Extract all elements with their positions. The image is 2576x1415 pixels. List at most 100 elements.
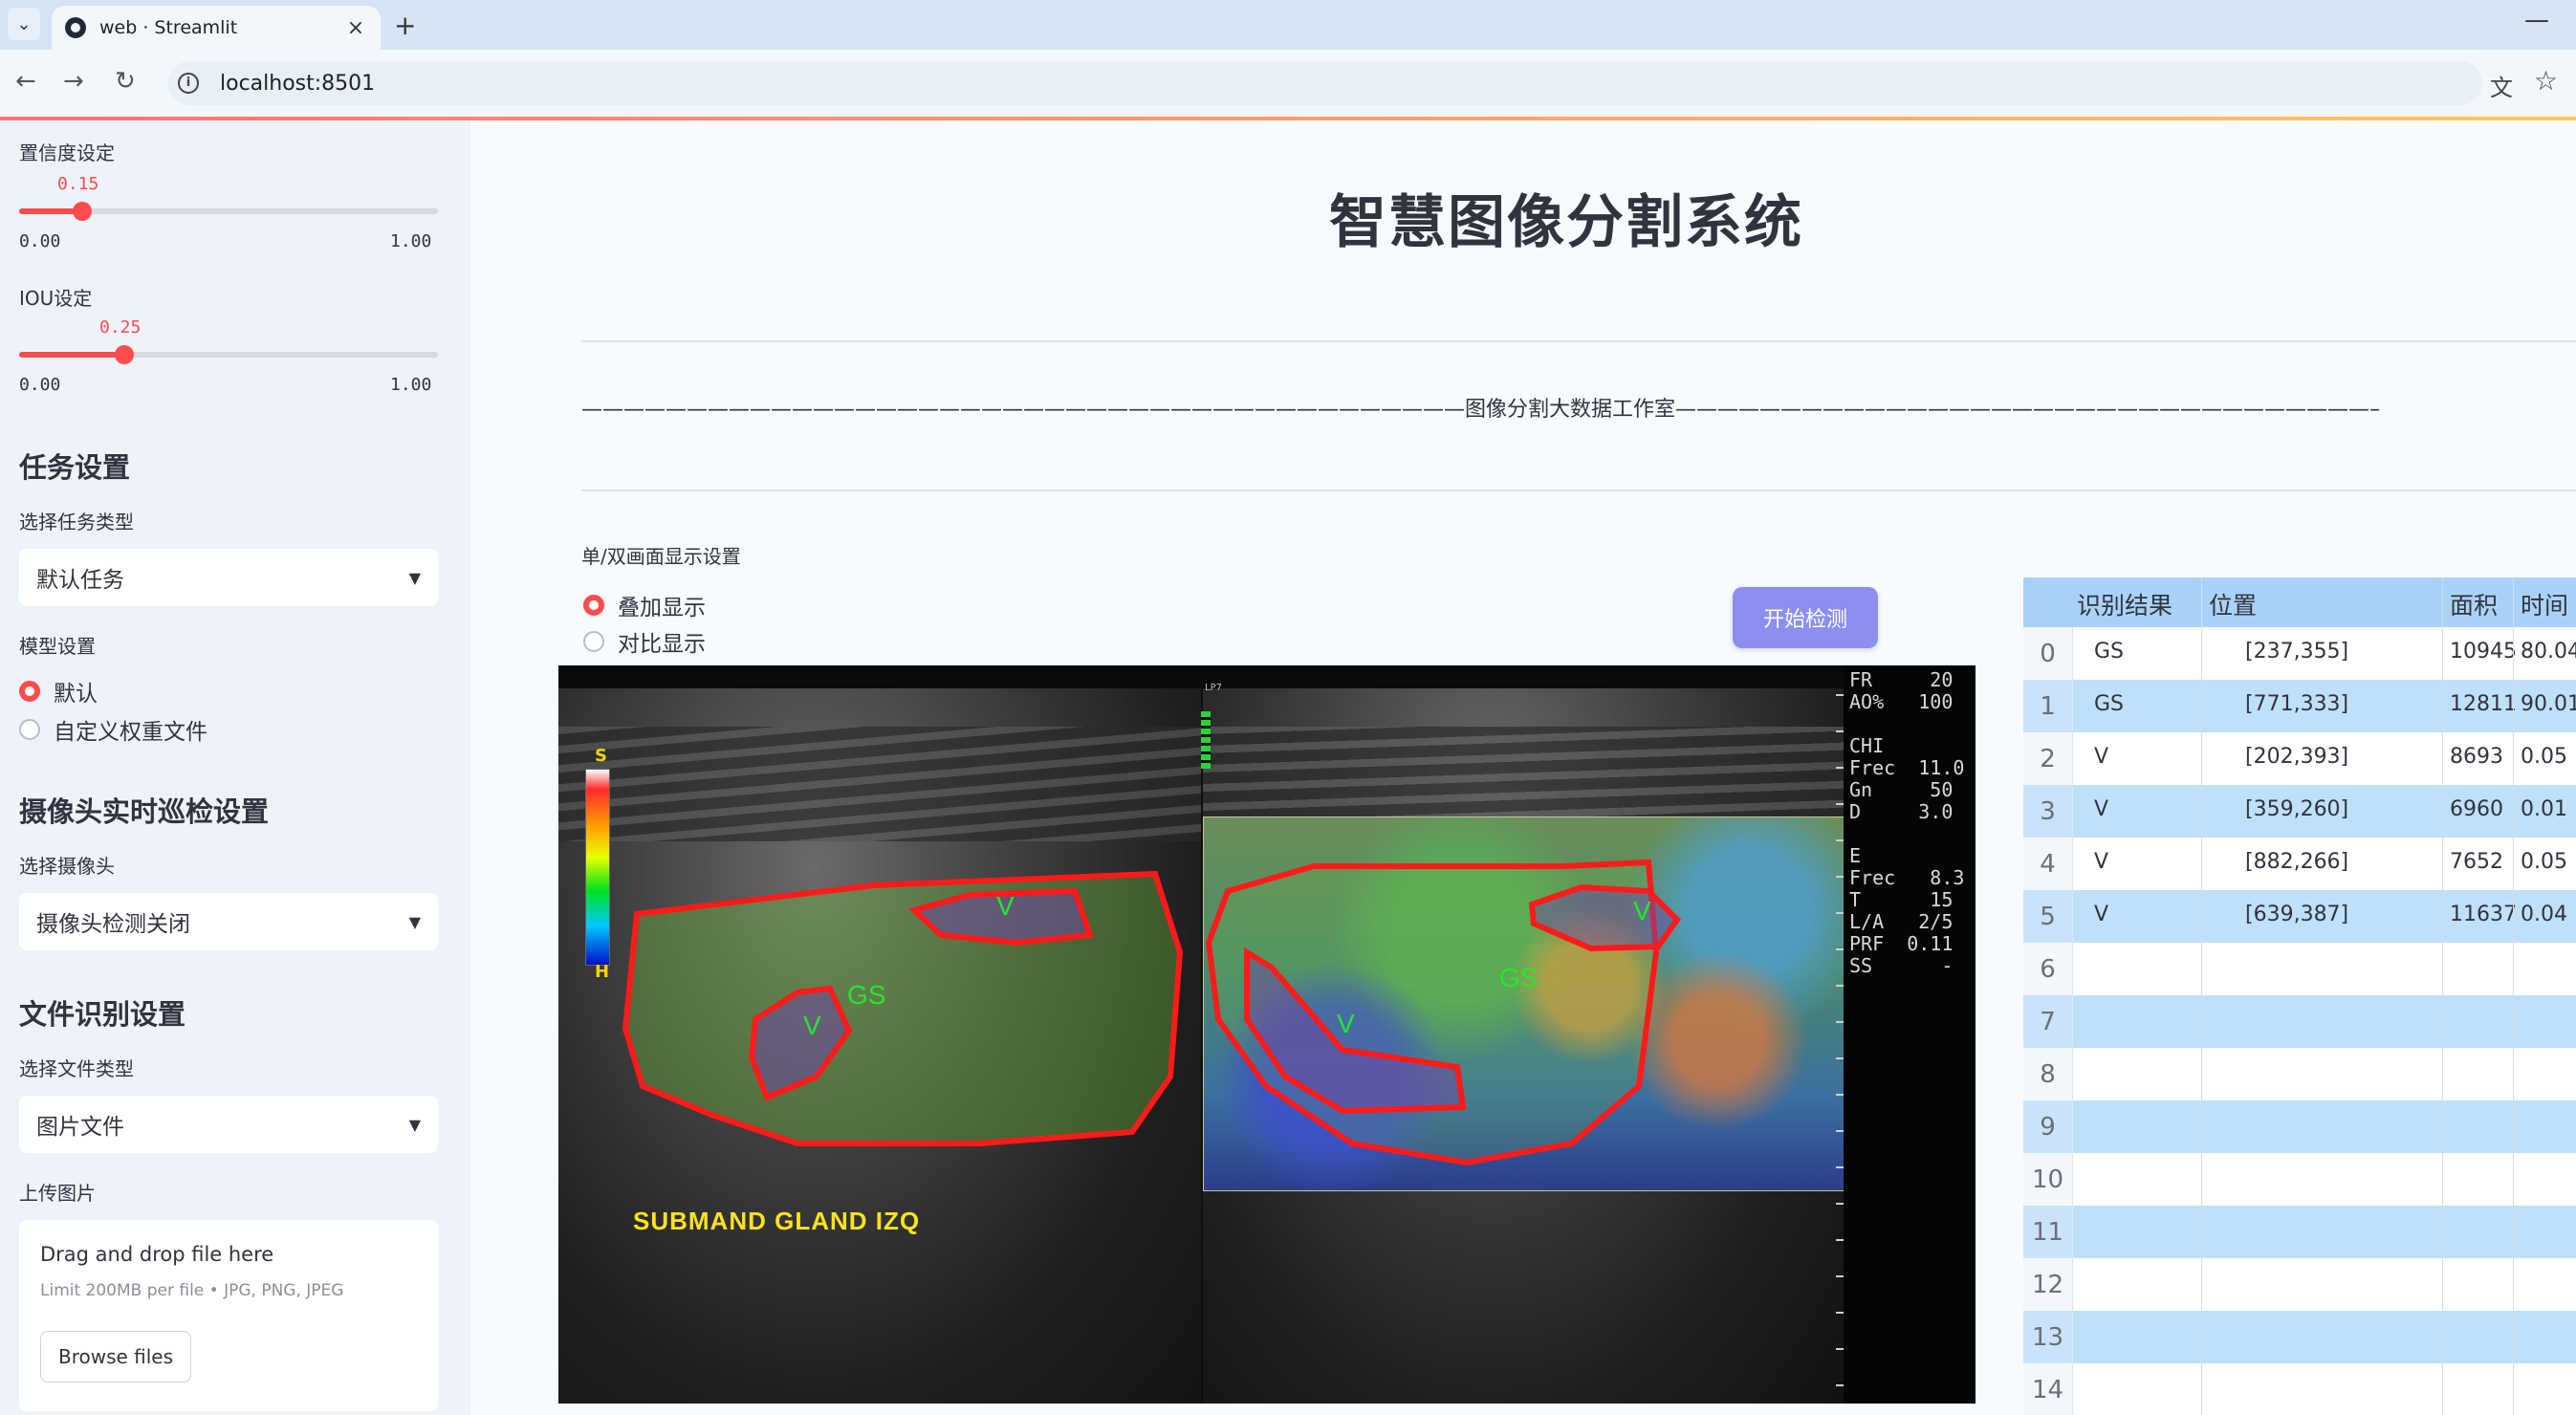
- row-index: 9: [2023, 1100, 2073, 1153]
- confidence-label: 置信度设定: [19, 142, 115, 164]
- iou-slider-thumb[interactable]: [114, 345, 134, 364]
- camera-label: 选择摄像头: [19, 855, 115, 878]
- cell-time: 80.04: [2521, 640, 2576, 664]
- table-row[interactable]: 10: [2023, 1153, 2576, 1206]
- cell-position: [237,355]: [2245, 640, 2349, 664]
- camera-select[interactable]: 摄像头检测关闭 ▼: [19, 893, 438, 950]
- url-field[interactable]: i localhost:8501: [168, 61, 2482, 105]
- confidence-slider-thumb[interactable]: [72, 202, 92, 221]
- file-type-value: 图片文件: [36, 1115, 124, 1140]
- scanner-parameters: FR 20 AO% 100 CHI Frec 11.0 Gn 50 D 3.0 …: [1849, 668, 1965, 977]
- column-header-position[interactable]: 位置: [2209, 587, 2257, 621]
- seg-label: V: [1337, 1009, 1355, 1038]
- cell-time: 0.04: [2521, 903, 2567, 926]
- cell-position: [359,260]: [2245, 797, 2349, 821]
- table-row[interactable]: 7: [2023, 995, 2576, 1048]
- radio-unselected-icon: [19, 719, 40, 740]
- back-arrow-icon[interactable]: ←: [15, 67, 36, 96]
- display-radio-overlay[interactable]: 叠加显示: [583, 589, 706, 621]
- table-header: 识别结果 位置 面积 时间: [2023, 577, 2576, 627]
- results-table[interactable]: 识别结果 位置 面积 时间 0 GS [237,355] 10945 80.04 1 GS[…: [2023, 577, 2576, 1415]
- row-index: 0: [2023, 627, 2073, 680]
- cell-result: V: [2094, 850, 2109, 874]
- model-radio-default[interactable]: 默认: [19, 675, 98, 708]
- table-row[interactable]: 2 V [202,393] 8693 0.05: [2023, 732, 2576, 785]
- cell-area: 7652: [2450, 850, 2503, 874]
- iou-slider[interactable]: [19, 345, 438, 364]
- confidence-max: 1.00: [390, 231, 432, 251]
- iou-label: IOU设定: [19, 287, 93, 310]
- model-option-label: 默认: [54, 682, 98, 707]
- confidence-slider[interactable]: [19, 202, 438, 221]
- camera-section-heading: 摄像头实时巡检设置: [19, 795, 270, 828]
- iou-min: 0.00: [19, 375, 61, 395]
- row-index: 5: [2023, 890, 2073, 943]
- row-index: 13: [2023, 1311, 2073, 1363]
- cell-position: [202,393]: [2245, 745, 2349, 769]
- window-minimize-icon[interactable]: —: [2524, 6, 2549, 34]
- cell-area: 6960: [2450, 797, 2503, 821]
- upload-label: 上传图片: [19, 1182, 96, 1205]
- table-row[interactable]: 1 GS [771,333] 12811 90.01: [2023, 680, 2576, 732]
- table-row[interactable]: 0 GS [237,355] 10945 80.04: [2023, 627, 2576, 680]
- table-row[interactable]: 14: [2023, 1363, 2576, 1415]
- start-detection-button[interactable]: 开始检测: [1733, 587, 1878, 648]
- file-type-label: 选择文件类型: [19, 1057, 134, 1080]
- file-dropzone[interactable]: Drag and drop file here Limit 200MB per …: [19, 1220, 438, 1411]
- row-index: 3: [2023, 785, 2073, 838]
- display-radio-compare[interactable]: 对比显示: [583, 625, 706, 658]
- studio-banner: ————————————————————————————————————————…: [581, 398, 2379, 422]
- iou-value: 0.25: [99, 317, 142, 337]
- file-section-heading: 文件识别设置: [19, 998, 186, 1031]
- column-divider: [2513, 577, 2514, 1415]
- table-row[interactable]: 5 V [639,387] 11637 0.04: [2023, 890, 2576, 943]
- table-row[interactable]: 11: [2023, 1206, 2576, 1258]
- cell-result: GS: [2094, 640, 2125, 664]
- chevron-down-icon: ▼: [408, 568, 421, 587]
- iou-slider-fill: [19, 352, 124, 358]
- table-row[interactable]: 8: [2023, 1048, 2576, 1100]
- table-row[interactable]: 6: [2023, 943, 2576, 995]
- column-divider: [2201, 577, 2202, 1415]
- row-index: 10: [2023, 1153, 2073, 1206]
- tab-search-chevron-icon[interactable]: ⌄: [8, 8, 40, 40]
- file-type-select[interactable]: 图片文件 ▼: [19, 1096, 438, 1153]
- cell-time: 0.05: [2521, 745, 2567, 769]
- browser-tab[interactable]: web · Streamlit ×: [52, 6, 381, 50]
- site-info-icon[interactable]: i: [178, 73, 199, 94]
- cell-area: 12811: [2450, 692, 2517, 716]
- table-row[interactable]: 4 V [882,266] 7652 0.05: [2023, 838, 2576, 890]
- streamlit-favicon-icon: [65, 17, 86, 38]
- seg-label: V: [803, 1011, 821, 1040]
- new-tab-plus-icon[interactable]: +: [394, 10, 416, 41]
- forward-arrow-icon[interactable]: →: [63, 67, 84, 96]
- table-row[interactable]: 3 V [359,260] 6960 0.01: [2023, 785, 2576, 838]
- table-row[interactable]: 9: [2023, 1100, 2576, 1153]
- task-type-select[interactable]: 默认任务 ▼: [19, 549, 438, 606]
- column-header-result[interactable]: 识别结果: [2077, 587, 2172, 621]
- bookmark-star-icon[interactable]: ☆: [2534, 65, 2558, 97]
- cell-area: 8693: [2450, 745, 2503, 769]
- segmentation-overlay: V GS V V GS V: [622, 859, 1681, 1166]
- row-index: 7: [2023, 995, 2073, 1048]
- row-index: 8: [2023, 1048, 2073, 1100]
- task-type-label: 选择任务类型: [19, 511, 134, 533]
- cell-position: [882,266]: [2245, 850, 2349, 874]
- translate-icon[interactable]: 文: [2490, 69, 2513, 102]
- reload-icon[interactable]: ↻: [115, 67, 136, 96]
- column-header-area[interactable]: 面积: [2450, 587, 2498, 621]
- seg-label: V: [1633, 896, 1651, 925]
- segment-gs-left: [622, 870, 1184, 1146]
- close-tab-icon[interactable]: ×: [342, 16, 369, 40]
- cell-area: 11637: [2450, 903, 2517, 926]
- browser-tab-bar: ⌄ web · Streamlit × + —: [0, 0, 2576, 50]
- model-radio-custom[interactable]: 自定义权重文件: [19, 713, 207, 746]
- radio-selected-icon: [583, 595, 604, 616]
- browse-files-button[interactable]: Browse files: [40, 1331, 191, 1382]
- cell-result: V: [2094, 903, 2109, 926]
- cell-area: 10945: [2450, 640, 2517, 664]
- table-row[interactable]: 13: [2023, 1311, 2576, 1363]
- column-header-time[interactable]: 时间: [2521, 587, 2568, 621]
- table-row[interactable]: 12: [2023, 1258, 2576, 1311]
- divider: [581, 490, 2576, 491]
